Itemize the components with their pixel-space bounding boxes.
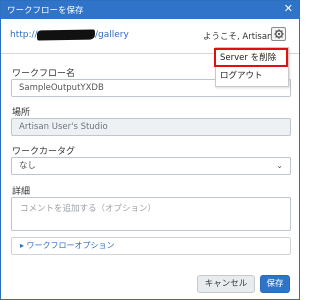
chevron-down-icon: ⌄ xyxy=(276,161,283,170)
save-workflow-dialog: ワークフローを保存 ✕ http:// /gallery ようこそ, Artis… xyxy=(0,0,300,300)
settings-button[interactable] xyxy=(271,27,286,41)
workflow-name-label: ワークフロー名 xyxy=(12,69,76,79)
worker-tag-value: なし xyxy=(19,161,37,171)
server-url-suffix[interactable]: /gallery xyxy=(95,30,129,40)
welcome-text: ようこそ, Artisan xyxy=(203,32,273,42)
cancel-button[interactable]: キャンセル xyxy=(197,275,255,293)
gear-icon xyxy=(274,29,284,39)
workflow-options-toggle[interactable]: ▸ ワークフローオプション xyxy=(11,237,291,255)
close-icon[interactable]: ✕ xyxy=(284,3,293,15)
details-label: 詳細 xyxy=(12,187,31,197)
menu-item-logout[interactable]: ログアウト xyxy=(216,68,288,85)
worker-tag-select[interactable]: なし ⌄ xyxy=(11,157,291,175)
location-field: Artisan User's Studio xyxy=(11,118,291,136)
details-textarea[interactable]: コメントを追加する（オプション） xyxy=(11,197,291,231)
server-url-prefix[interactable]: http:// xyxy=(10,30,38,40)
highlight-box xyxy=(214,48,288,67)
title-bar: ワークフローを保存 ✕ xyxy=(1,1,299,19)
redacted-url-mask xyxy=(36,29,96,41)
worker-tag-label: ワークカータグ xyxy=(12,147,76,157)
location-label: 場所 xyxy=(12,108,31,118)
save-button[interactable]: 保存 xyxy=(260,275,290,293)
dialog-title: ワークフローを保存 xyxy=(7,6,84,16)
